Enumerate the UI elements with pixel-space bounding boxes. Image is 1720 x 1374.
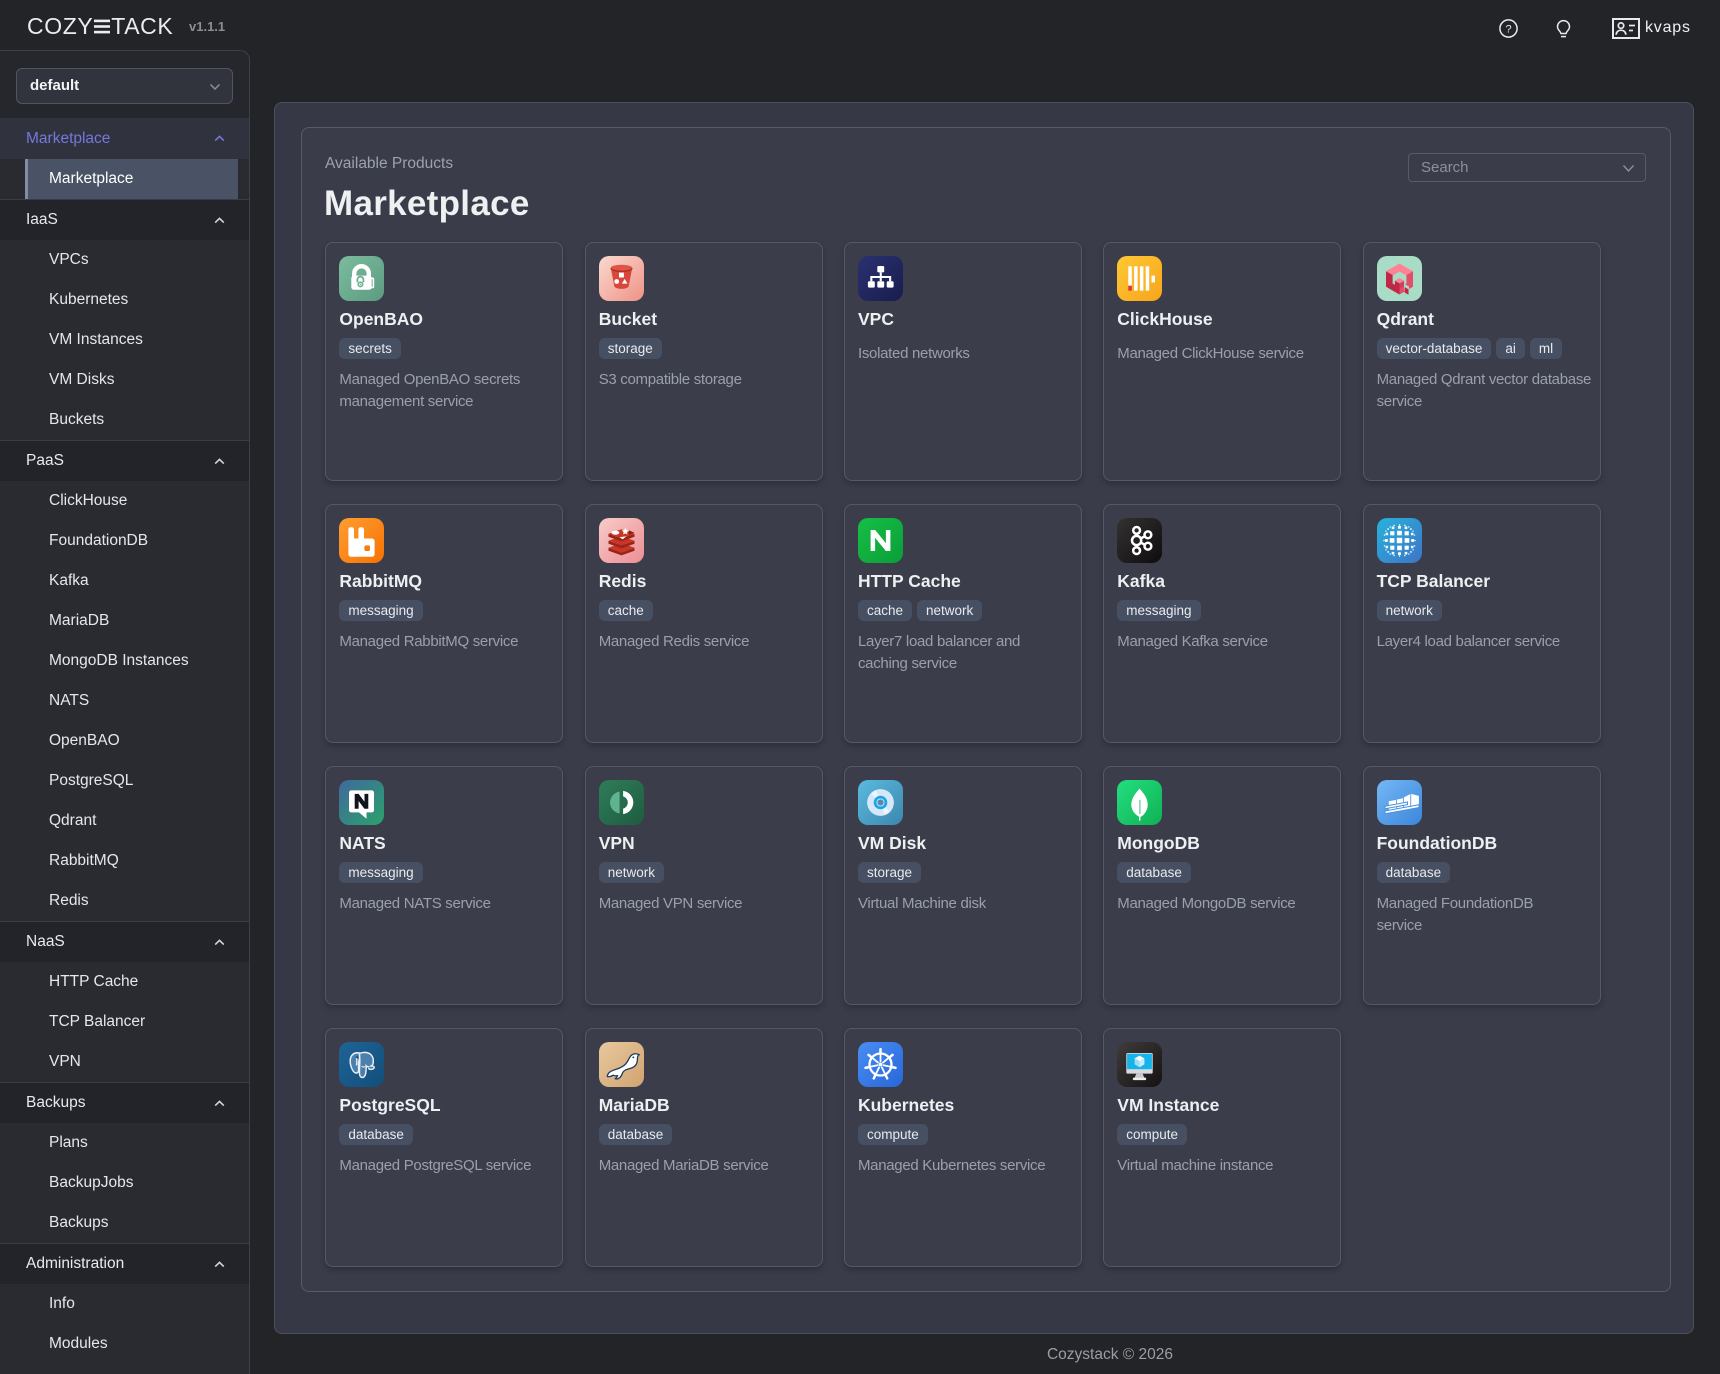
svg-text:?: ? (1505, 23, 1511, 35)
